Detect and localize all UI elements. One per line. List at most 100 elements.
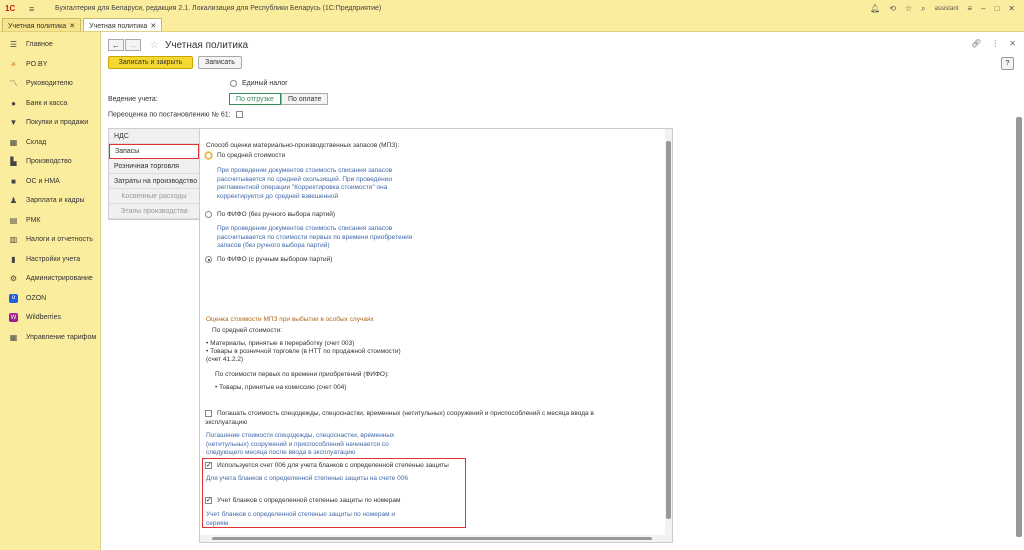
sidebar-item-manager[interactable]: 〽 Руководителю: [0, 74, 100, 94]
scroll-thumb[interactable]: [666, 141, 671, 519]
accounting-label: Ведение учета:: [108, 96, 158, 103]
scroll-thumb[interactable]: [212, 537, 652, 540]
user-name[interactable]: assistant: [935, 6, 959, 12]
sidebar-item-label: Склад: [26, 138, 47, 146]
content-horizontal-scrollbar[interactable]: [200, 535, 667, 542]
acc006-label: Используется счет 006 для учета бланков …: [216, 462, 449, 470]
numbers-checkbox[interactable]: ✓: [205, 497, 212, 504]
history-icon[interactable]: ⟲: [889, 4, 896, 13]
forward-arrow-icon[interactable]: →: [125, 39, 141, 51]
tab-accounting-policy-1[interactable]: Учетная политика ✕: [2, 18, 82, 31]
opt-average-cost-radio[interactable]: По средней стоимости: [205, 152, 285, 159]
help-button[interactable]: ?: [1001, 57, 1014, 70]
materials-item: • Материалы, принятые в переработку (сче…: [206, 340, 355, 347]
sidebar-item-rmk[interactable]: ▤ РМК: [0, 211, 100, 231]
bell-icon[interactable]: 🔔︎: [870, 4, 880, 13]
section-production-stages: Этапы производства: [109, 204, 199, 219]
revaluation-label: Переоценка по постановлению № 61:: [108, 111, 231, 119]
sidebar-item-taxes[interactable]: ▥ Налоги и отчетность: [0, 230, 100, 250]
radio-icon: [205, 211, 212, 218]
maximize-icon[interactable]: □: [994, 4, 999, 13]
sidebar-item-salary[interactable]: ♟ Зарплата и кадры: [0, 191, 100, 211]
sidebar-item-poby[interactable]: ☀ PO.BY: [0, 55, 100, 75]
book-icon: ▮: [11, 254, 16, 264]
radio-icon: [205, 256, 212, 263]
main-vertical-scrollbar[interactable]: [1016, 77, 1022, 547]
sidebar-item-bank[interactable]: ● Банк и касса: [0, 94, 100, 114]
method-label: Способ оценки материально-производственн…: [206, 142, 400, 149]
header-tools: 🔗︎ ⋮ ✕: [971, 39, 1016, 48]
scroll-thumb[interactable]: [1016, 117, 1022, 537]
tab-close-icon[interactable]: ✕: [150, 22, 156, 30]
save-button[interactable]: Записать: [198, 56, 242, 69]
sidebar-item-label: PO.BY: [26, 60, 48, 68]
tab-accounting-policy-2[interactable]: Учетная политика ✕: [83, 18, 163, 31]
opt-average-cost-desc: При проведении документов стоимость спис…: [217, 167, 393, 200]
sidebar-item-admin[interactable]: ⚙ Администрирование: [0, 269, 100, 289]
sidebar-item-settings[interactable]: ▮ Настройки учета: [0, 250, 100, 270]
sidebar-item-label: Покупки и продажи: [26, 119, 89, 127]
more-options-icon[interactable]: ⋮: [991, 39, 999, 48]
workwear-desc: Погашение стоимости спецодежды, спецосна…: [206, 432, 395, 456]
fifo-cost-header: По стоимости первых по времени приобрете…: [215, 371, 389, 378]
sidebar-item-label: Производство: [26, 158, 72, 166]
grid-icon: ▦: [9, 332, 18, 342]
opt-fifo-auto-radio[interactable]: По ФИФО (без ручного выбора партий): [205, 211, 335, 218]
section-retail[interactable]: Розничная торговля: [109, 159, 199, 174]
radio-icon: [205, 152, 212, 159]
close-icon[interactable]: ✕: [1008, 4, 1015, 13]
sidebar: ☰ Главное ☀ PO.BY 〽 Руководителю ● Банк и ка…: [0, 32, 101, 550]
chart-icon: 〽: [9, 79, 18, 89]
acc006-checkbox[interactable]: ✓: [205, 462, 212, 469]
gear-icon: ⚙: [9, 274, 18, 284]
opt-fifo-manual-radio[interactable]: По ФИФО (с ручным выбором партий): [205, 256, 332, 263]
star-icon[interactable]: ☆: [905, 4, 912, 13]
sidebar-item-label: Руководителю: [26, 80, 73, 88]
person-icon: ♟: [9, 196, 18, 206]
content-vertical-scrollbar[interactable]: [665, 129, 672, 542]
sidebar-item-assets[interactable]: ■ ОС и НМА: [0, 172, 100, 192]
section-indirect-costs: Косвенные расходы: [109, 189, 199, 204]
save-and-close-button[interactable]: Записать и закрыть: [108, 56, 193, 69]
register-icon: ▤: [9, 215, 18, 225]
toggle-by-shipment[interactable]: По отгрузке: [229, 93, 281, 105]
single-tax-label: Единый налог: [241, 80, 288, 88]
section-vat[interactable]: НДС: [109, 129, 199, 144]
numbers-checkbox-row[interactable]: ✓ Учет бланков с определенной степенью з…: [205, 497, 401, 504]
section-inventory[interactable]: Запасы: [109, 144, 199, 159]
search-icon[interactable]: ⌕: [921, 4, 925, 14]
cart-icon: ▼: [9, 118, 18, 128]
favorite-star-icon[interactable]: ☆: [150, 40, 159, 51]
sidebar-item-warehouse[interactable]: ▦ Склад: [0, 133, 100, 153]
opt-fifo-manual-label: По ФИФО (с ручным выбором партий): [216, 256, 333, 264]
sidebar-item-production[interactable]: ▙ Производство: [0, 152, 100, 172]
workwear-checkbox-row[interactable]: Погашать стоимость спецодежды, спецоснас…: [205, 410, 630, 427]
workwear-checkbox[interactable]: [205, 410, 212, 417]
sidebar-item-purchases[interactable]: ▼ Покупки и продажи: [0, 113, 100, 133]
sidebar-item-label: Банк и касса: [26, 99, 68, 107]
acc006-checkbox-row[interactable]: ✓ Используется счет 006 для учета бланко…: [205, 462, 449, 469]
close-form-icon[interactable]: ✕: [1009, 39, 1016, 48]
sidebar-item-main[interactable]: ☰ Главное: [0, 35, 100, 55]
tab-close-icon[interactable]: ✕: [69, 22, 75, 30]
hamburger-menu-icon[interactable]: ≡: [29, 4, 43, 14]
sidebar-item-tariff[interactable]: ▦ Управление тарифом: [0, 328, 100, 348]
opt-fifo-auto-desc: При проведении документов стоимость спис…: [217, 225, 413, 249]
numbers-label: Учет бланков с определенной степенью защ…: [216, 497, 401, 505]
link-icon[interactable]: 🔗︎: [971, 39, 981, 48]
minimize-icon[interactable]: –: [981, 4, 985, 13]
single-tax-radio[interactable]: Единый налог: [230, 80, 288, 87]
sidebar-item-wildberries[interactable]: W Wildberries: [0, 308, 100, 328]
commission-item: • Товары, принятые на комиссию (счет 004…: [215, 384, 347, 391]
section-production-costs[interactable]: Затраты на производство: [109, 174, 199, 189]
settings-menu-icon[interactable]: ≡: [967, 4, 972, 13]
revaluation-field: Переоценка по постановлению № 61:: [108, 111, 243, 118]
revaluation-checkbox[interactable]: [235, 111, 243, 118]
back-arrow-icon[interactable]: ←: [108, 39, 124, 51]
app-logo: 1С: [5, 4, 16, 13]
ozon-icon: o: [9, 293, 18, 303]
sidebar-item-ozon[interactable]: o OZON: [0, 289, 100, 309]
form-header: ← → ☆ Учетная политика: [108, 38, 248, 52]
tab-label: Учетная политика: [89, 22, 148, 30]
toggle-by-payment[interactable]: По оплате: [280, 93, 329, 105]
